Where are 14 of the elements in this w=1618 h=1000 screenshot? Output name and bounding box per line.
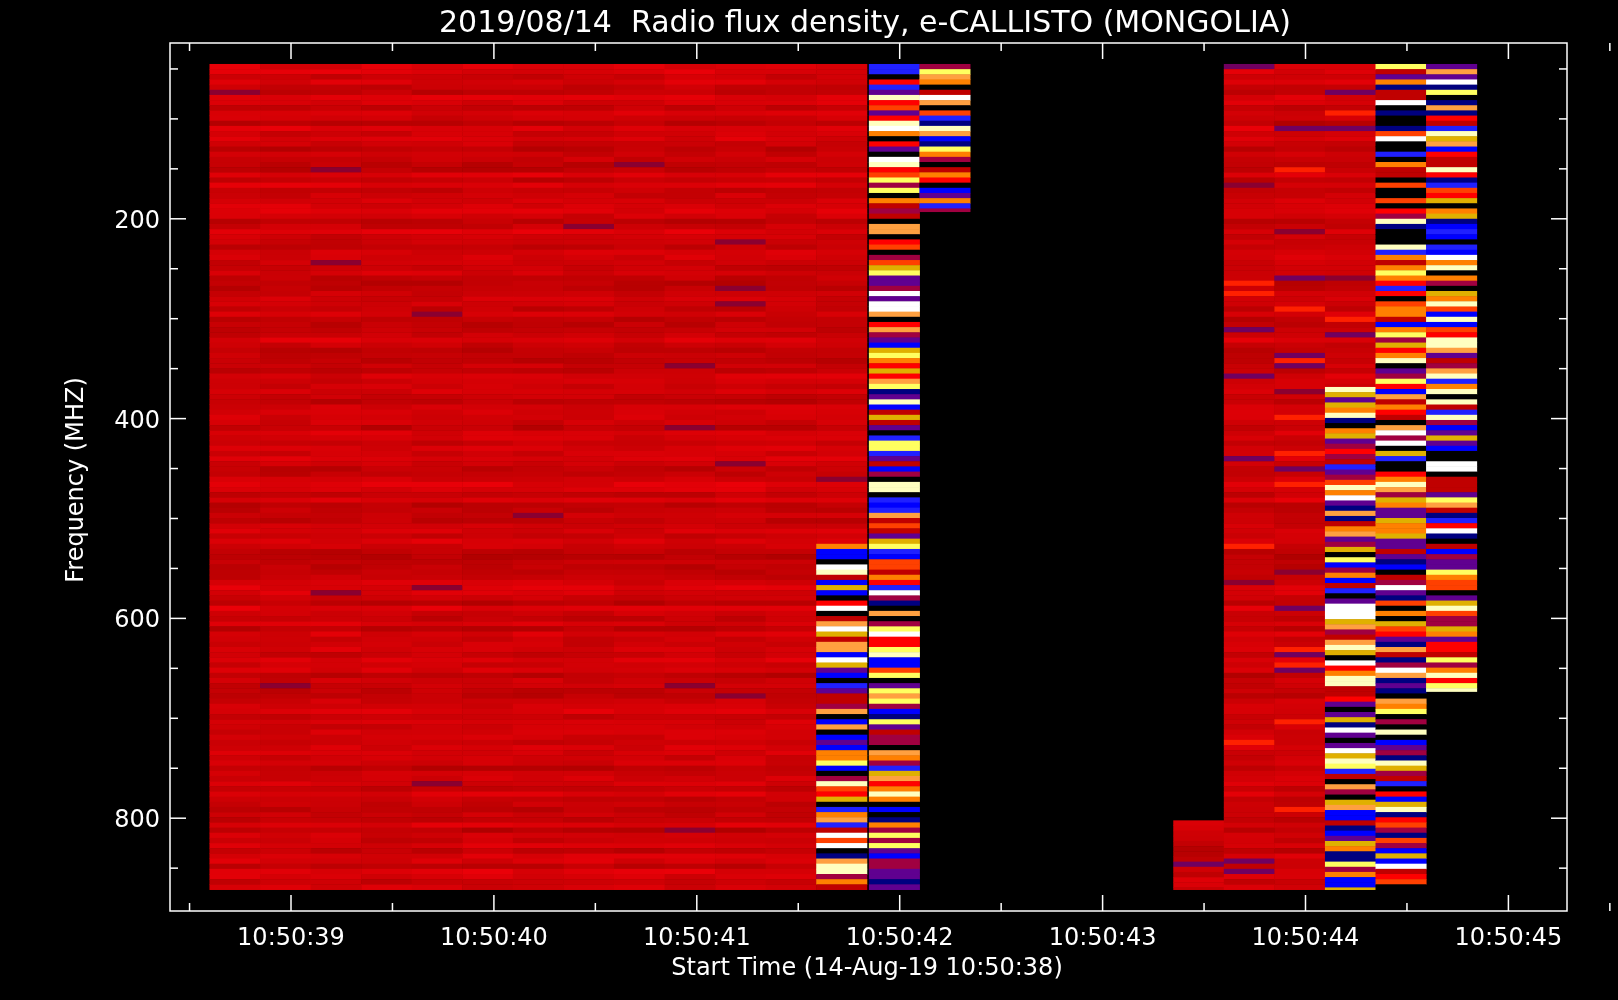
x-tick-label: 10:50:43 [1048, 923, 1157, 951]
x-tick-label: 10:50:45 [1454, 923, 1563, 951]
x-tick-label: 10:50:40 [440, 923, 548, 951]
x-tick-label: 10:50:41 [642, 923, 751, 951]
y-tick-label: 400 [114, 405, 160, 434]
x-axis-title: Start Time (14-Aug-19 10:50:38) [671, 953, 1063, 981]
y-tick-label: 600 [114, 605, 160, 634]
y-axis-title: Frequency (MHZ) [61, 377, 89, 583]
y-tick-label: 200 [114, 205, 160, 234]
x-tick-label: 10:50:44 [1251, 923, 1360, 951]
y-tick-label: 800 [114, 805, 160, 834]
x-tick-label: 10:50:42 [845, 923, 954, 951]
chart-title: 2019/08/14 Radio flux density, e-CALLISTO (MONGOLIA) [439, 4, 1291, 39]
x-tick-label: 10:50:39 [237, 923, 345, 951]
